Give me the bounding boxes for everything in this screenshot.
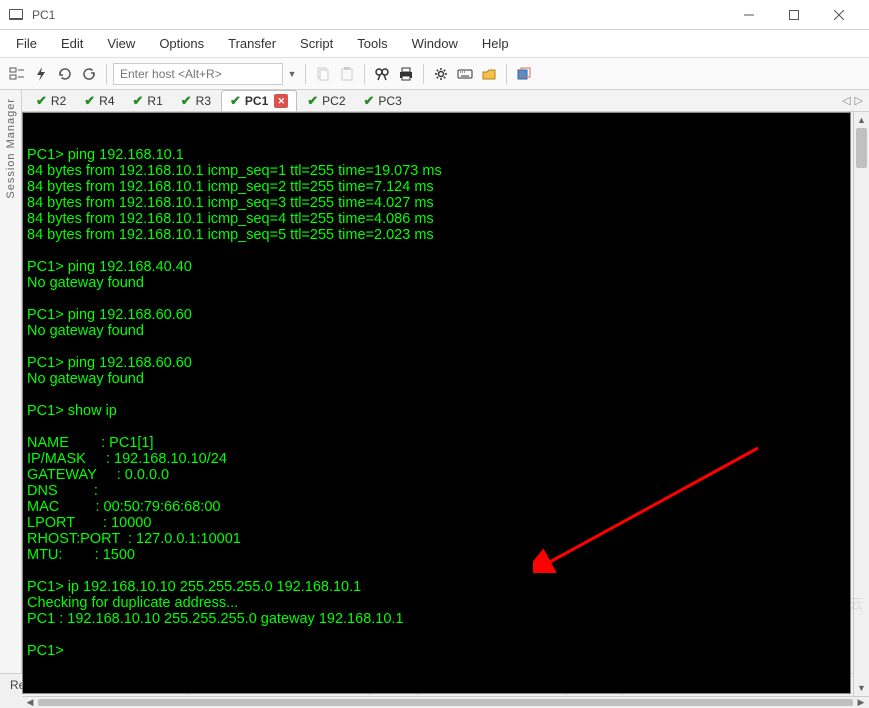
- print-icon[interactable]: [395, 63, 417, 85]
- tab-label: R1: [147, 94, 162, 108]
- checkmark-icon: ✔: [133, 93, 144, 109]
- menu-window[interactable]: Window: [400, 32, 470, 55]
- menu-script[interactable]: Script: [288, 32, 345, 55]
- menu-file[interactable]: File: [4, 32, 49, 55]
- menu-bar: FileEditViewOptionsTransferScriptToolsWi…: [0, 30, 869, 58]
- checkmark-icon: ✔: [364, 93, 375, 109]
- scrollbar-track[interactable]: [854, 128, 869, 680]
- tab-label: R4: [99, 94, 114, 108]
- vertical-scrollbar[interactable]: ▲ ▼: [853, 112, 869, 696]
- scrollbar-thumb[interactable]: [856, 128, 867, 168]
- scroll-left-icon[interactable]: ◀: [22, 697, 38, 708]
- tab-scroll-arrows[interactable]: ◁ ▷: [842, 94, 863, 107]
- tab-label: R2: [51, 94, 66, 108]
- scroll-down-icon[interactable]: ▼: [854, 680, 869, 696]
- maximize-button[interactable]: [771, 1, 816, 29]
- title-bar: PC1: [0, 0, 869, 30]
- find-icon[interactable]: [371, 63, 393, 85]
- tab-r2[interactable]: ✔ R2: [28, 91, 74, 111]
- toolbar-separator: [506, 64, 507, 84]
- settings-icon[interactable]: [430, 63, 452, 85]
- checkmark-icon: ✔: [181, 93, 192, 109]
- menu-edit[interactable]: Edit: [49, 32, 95, 55]
- paste-icon[interactable]: [336, 63, 358, 85]
- app-icon: [8, 7, 24, 23]
- menu-options[interactable]: Options: [147, 32, 216, 55]
- scroll-right-icon[interactable]: ▶: [853, 697, 869, 708]
- terminal-output: PC1> ping 192.168.10.1 84 bytes from 192…: [27, 147, 846, 659]
- tab-pc3[interactable]: ✔PC3: [356, 91, 410, 111]
- tab-pc2[interactable]: ✔ PC2: [299, 91, 353, 111]
- scroll-up-icon[interactable]: ▲: [854, 112, 869, 128]
- session-manager-icon[interactable]: [6, 63, 28, 85]
- tab-label: R3: [196, 94, 211, 108]
- minimize-button[interactable]: [726, 1, 771, 29]
- screenshot-icon[interactable]: [513, 63, 535, 85]
- sftp-icon[interactable]: [478, 63, 500, 85]
- content-column: ✔R2✔R4✔R1✔R3✔PC1✕✔PC2✔PC3 ◁ ▷ PC1> ping …: [22, 90, 869, 673]
- toolbar: ▼: [0, 58, 869, 90]
- scrollbar-track-h[interactable]: [38, 697, 853, 708]
- tab-r4[interactable]: ✔ R4: [76, 91, 122, 111]
- terminal-area[interactable]: PC1> ping 192.168.10.1 84 bytes from 192…: [22, 112, 851, 694]
- tab-r1[interactable]: ✔R1: [125, 91, 171, 111]
- scrollbar-thumb-h[interactable]: [38, 699, 853, 706]
- window-title: PC1: [32, 8, 726, 22]
- main-area: Session Manager ✔R2✔R4✔R1✔R3✔PC1✕✔PC2✔PC…: [0, 90, 869, 673]
- tab-pc1[interactable]: ✔ PC1 ✕: [221, 90, 297, 111]
- host-dropdown-icon[interactable]: ▼: [285, 63, 299, 85]
- host-input[interactable]: [113, 63, 283, 85]
- session-manager-sidebar[interactable]: Session Manager: [0, 90, 22, 673]
- menu-view[interactable]: View: [95, 32, 147, 55]
- horizontal-scrollbar[interactable]: ◀ ▶: [22, 696, 869, 708]
- checkmark-icon: ✔: [307, 93, 318, 109]
- toolbar-separator: [106, 64, 107, 84]
- reconnect-icon[interactable]: [54, 63, 76, 85]
- checkmark-icon: ✔: [230, 93, 241, 109]
- tab-right-icon[interactable]: ▷: [855, 94, 863, 107]
- tab-r3[interactable]: ✔ R3: [173, 91, 219, 111]
- tab-label: PC2: [322, 94, 345, 108]
- disconnect-icon[interactable]: [78, 63, 100, 85]
- toolbar-separator: [423, 64, 424, 84]
- tab-label: PC1: [245, 94, 268, 108]
- tab-close-icon[interactable]: ✕: [274, 94, 288, 108]
- keyboard-icon[interactable]: [454, 63, 476, 85]
- window-controls: [726, 1, 861, 29]
- checkmark-icon: ✔: [84, 93, 95, 109]
- checkmark-icon: ✔: [36, 93, 47, 109]
- menu-tools[interactable]: Tools: [345, 32, 399, 55]
- menu-transfer[interactable]: Transfer: [216, 32, 288, 55]
- toolbar-separator: [364, 64, 365, 84]
- toolbar-separator: [305, 64, 306, 84]
- copy-icon[interactable]: [312, 63, 334, 85]
- menu-help[interactable]: Help: [470, 32, 521, 55]
- sidebar-label: Session Manager: [5, 98, 17, 199]
- tab-label: PC3: [378, 94, 401, 108]
- close-button[interactable]: [816, 1, 861, 29]
- quick-connect-icon[interactable]: [30, 63, 52, 85]
- tab-strip: ✔R2✔R4✔R1✔R3✔PC1✕✔PC2✔PC3 ◁ ▷: [22, 90, 869, 112]
- tab-left-icon[interactable]: ◁: [842, 94, 850, 107]
